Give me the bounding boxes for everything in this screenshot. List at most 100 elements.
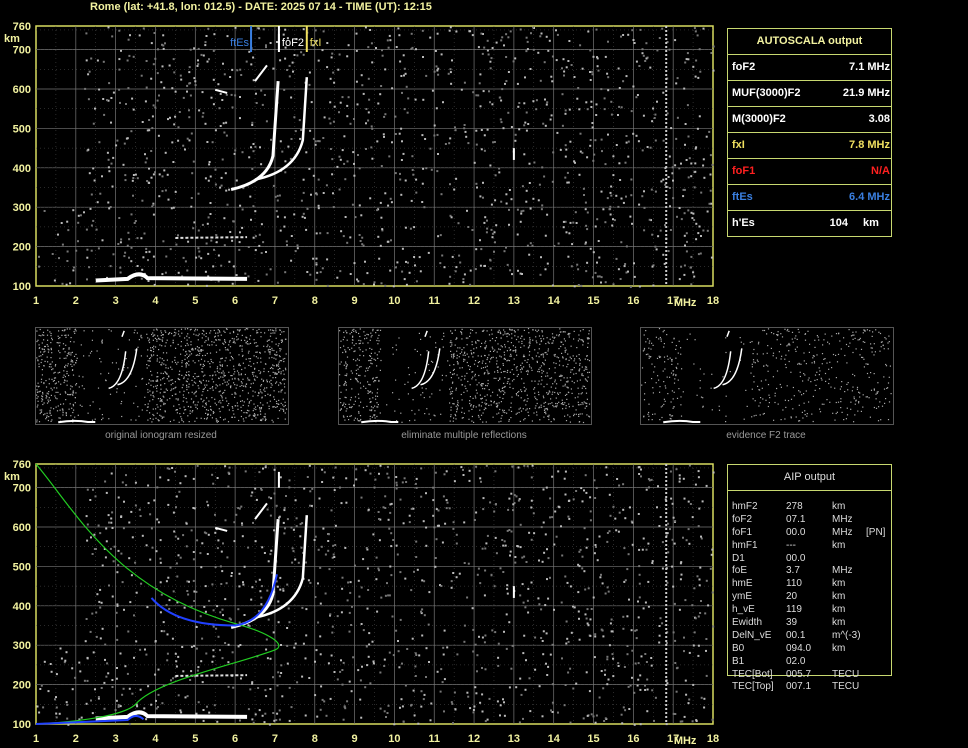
thumb-dot [449, 402, 451, 404]
thumb-dot [815, 384, 817, 386]
noise-dot [354, 216, 357, 219]
thumb-dot [363, 355, 365, 357]
noise-dot [523, 124, 526, 127]
noise-dot [465, 135, 468, 138]
thumb-dot [461, 338, 463, 340]
thumb-dot [170, 366, 172, 368]
thumb-dot [268, 357, 270, 359]
thumb-dot [789, 344, 791, 346]
noise-dot [420, 495, 423, 498]
thumb-dot [678, 388, 680, 390]
thumb-dot [178, 421, 180, 423]
thumb-dot [466, 344, 468, 346]
thumb-dot [573, 415, 575, 417]
thumb-dot [791, 338, 793, 340]
noise-dot [111, 35, 114, 38]
noise-dot [353, 174, 356, 177]
noise-dot [493, 250, 495, 253]
thumb-dot [65, 344, 67, 346]
thumb-dot [59, 352, 61, 354]
thumb-dot [209, 352, 212, 354]
noise-dot [398, 132, 401, 135]
autoscala-value: 104 [829, 217, 848, 229]
thumb-dot [504, 346, 506, 348]
noise-dot [255, 102, 258, 104]
thumb-dot [182, 421, 185, 423]
noise-dot [497, 656, 500, 659]
noise-dot [688, 698, 691, 701]
thumb-dot [557, 357, 560, 359]
thumb-dot [76, 357, 78, 359]
thumb-dot [864, 341, 866, 343]
noise-dot [638, 473, 641, 475]
thumb-dot [486, 358, 488, 361]
thumb-dot [647, 338, 649, 340]
thumb-dot [674, 378, 676, 380]
thumb-dot [659, 386, 661, 388]
thumb-dot [226, 400, 228, 402]
noise-dot [665, 54, 668, 56]
noise-dot [265, 120, 268, 123]
thumb-dot [358, 397, 360, 399]
noise-dot [331, 158, 334, 161]
thumb-dot [573, 330, 575, 332]
thumb-dot [352, 335, 354, 337]
noise-dot [686, 240, 688, 243]
thumb-dot [47, 399, 49, 401]
thumb-dot [751, 363, 753, 365]
thumb-dot [511, 329, 513, 331]
thumb-dot [529, 340, 531, 342]
thumb-dot [211, 417, 213, 419]
noise-dot [684, 61, 687, 64]
noise-dot [476, 186, 478, 189]
thumb-dot [160, 384, 162, 386]
thumb-dot [540, 406, 542, 408]
thumb-dot [42, 348, 44, 350]
thumb-dot [163, 402, 165, 404]
thumb-dot [776, 370, 779, 372]
noise-dot [353, 262, 356, 265]
thumb-dot [379, 369, 381, 371]
noise-dot [620, 197, 623, 200]
noise-dot [367, 111, 370, 114]
thumb-dot [853, 334, 855, 336]
thumb-dot [173, 388, 175, 390]
noise-dot [190, 132, 193, 135]
thumb-dot [236, 370, 239, 372]
thumb-dot [46, 344, 48, 346]
noise-dot [349, 122, 352, 125]
noise-dot [665, 70, 668, 72]
noise-dot [445, 507, 448, 510]
thumb-dot [790, 371, 792, 373]
thumb-dot [249, 358, 252, 360]
thumb-dot [814, 339, 816, 341]
noise-dot [380, 216, 383, 219]
y-unit-label: km [4, 33, 20, 45]
thumb-dot [243, 412, 245, 414]
noise-dot [478, 82, 481, 85]
noise-dot [232, 686, 235, 689]
thumb-dot [339, 398, 341, 400]
thumb-dot [493, 402, 495, 404]
thumb-dot [664, 385, 666, 387]
thumb-dot [179, 335, 181, 337]
thumb-dot [531, 357, 533, 359]
thumb-dot [359, 354, 361, 356]
noise-dot [665, 258, 668, 260]
thumb-dot [373, 415, 375, 417]
noise-dot [680, 218, 683, 221]
noise-dot [414, 665, 417, 668]
thumb-dot [50, 366, 52, 368]
noise-dot [564, 109, 567, 112]
noise-dot [571, 243, 574, 246]
thumb-dot [648, 357, 650, 359]
noise-dot [339, 158, 342, 161]
thumb-dot [160, 330, 162, 332]
thumb-dot [451, 342, 453, 344]
thumb-dot [149, 360, 151, 362]
thumb-dot [816, 354, 818, 356]
noise-dot [512, 60, 515, 63]
noise-dot [395, 476, 398, 478]
thumb-dot [460, 331, 463, 334]
thumb-dot [530, 367, 532, 369]
